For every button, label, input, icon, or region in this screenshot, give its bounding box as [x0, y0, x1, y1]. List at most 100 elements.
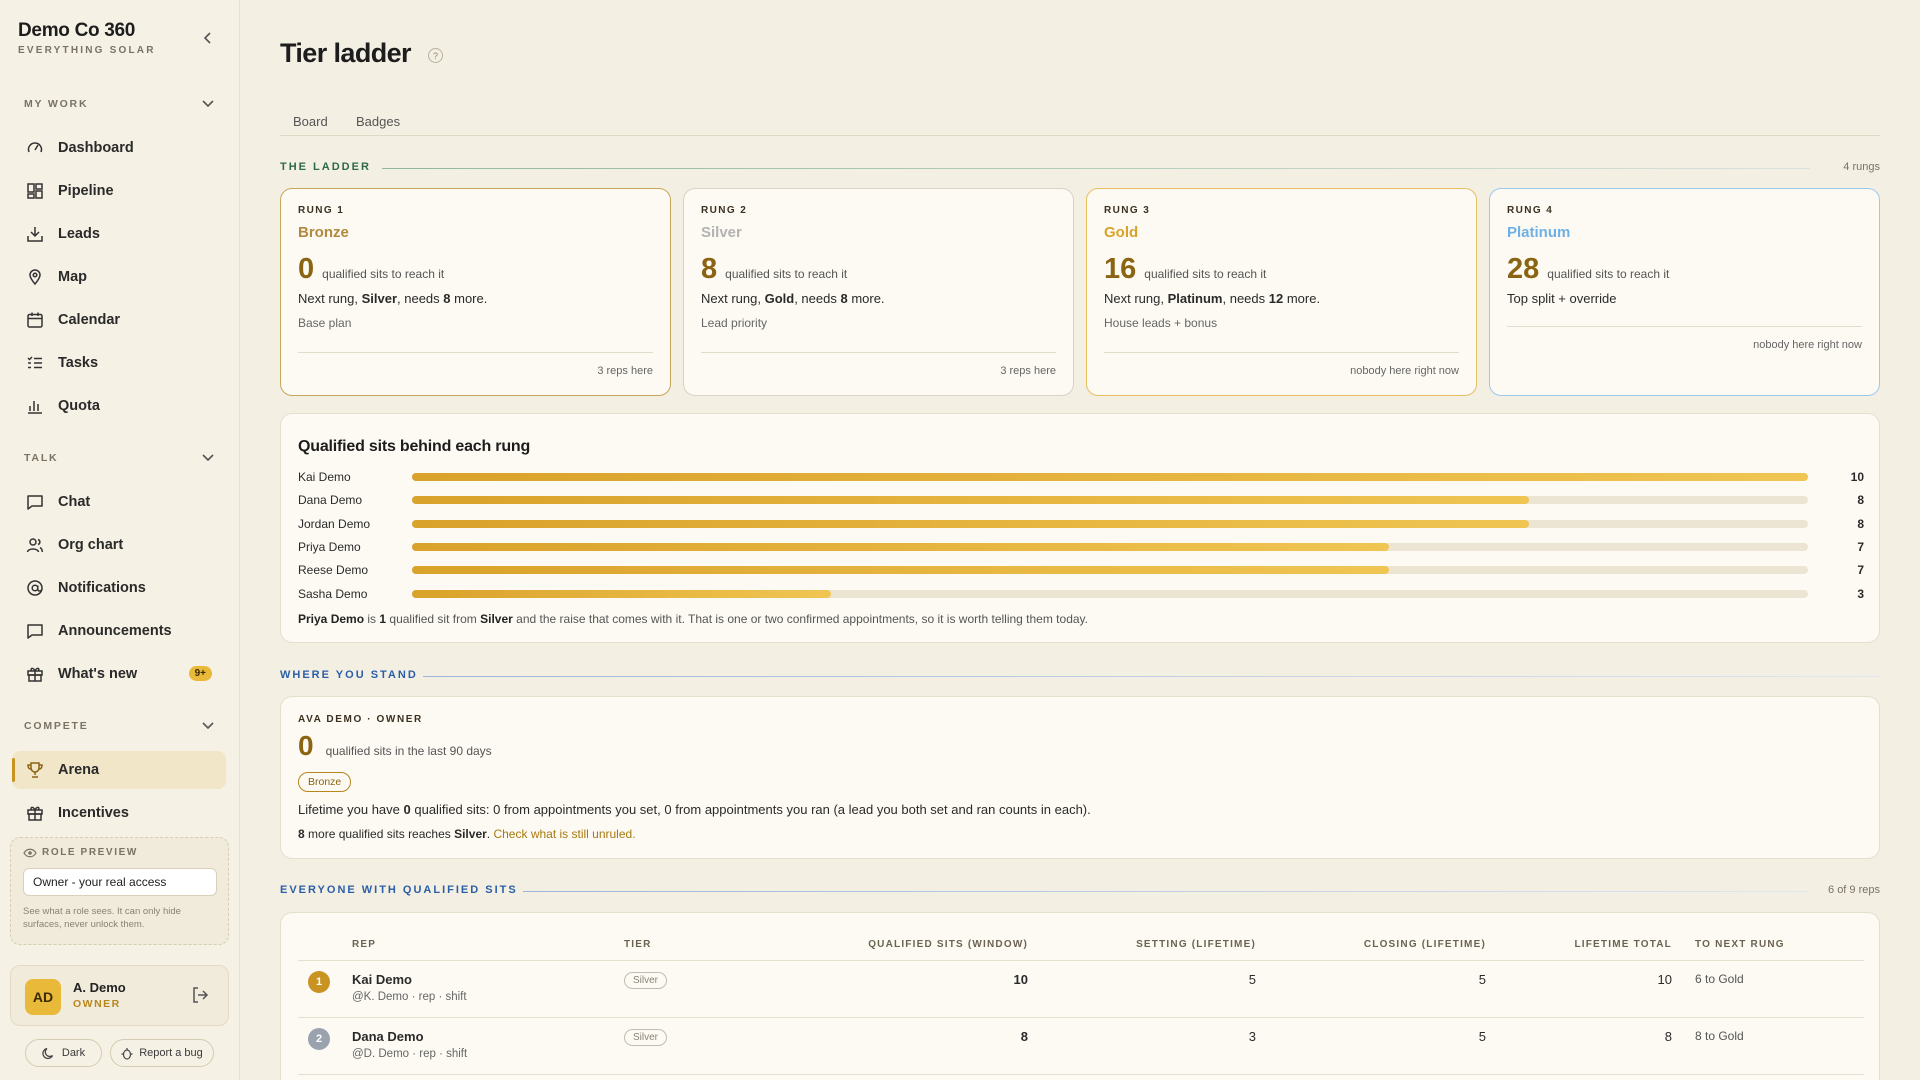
- rep-name[interactable]: Kai Demo: [352, 972, 412, 987]
- dark-mode-label: Dark: [61, 1047, 86, 1059]
- dark-mode-button[interactable]: Dark: [25, 1039, 102, 1067]
- rung-number: RUNG 2: [701, 205, 748, 216]
- calendar-icon: [25, 310, 45, 330]
- sidebar: Demo Co 360 EVERYTHING SOLAR MY WORK Das…: [0, 0, 240, 1080]
- avatar[interactable]: AD: [25, 979, 61, 1015]
- column-header-setting[interactable]: SETTING (LIFETIME): [1136, 939, 1256, 950]
- bar-value: 7: [1857, 539, 1864, 554]
- bar-row: Dana Demo 8: [298, 490, 1864, 510]
- brand-name: Demo Co 360: [18, 20, 136, 41]
- ladder-rung-count: 4 rungs: [1843, 161, 1880, 173]
- reps-table: REP TIER QUALIFIED SITS (WINDOW) SETTING…: [280, 912, 1880, 1080]
- sidebar-item-pipeline[interactable]: Pipeline: [12, 172, 226, 210]
- sidebar-item-label: Tasks: [58, 355, 99, 371]
- map-pin-icon: [25, 267, 45, 287]
- sidebar-item-chat[interactable]: Chat: [12, 483, 226, 521]
- rung-name: Silver: [701, 224, 742, 241]
- role-preview-title-row: ROLE PREVIEW: [23, 847, 216, 858]
- sidebar-item-label: Map: [58, 269, 87, 285]
- bar-row: Sasha Demo 3: [298, 584, 1864, 604]
- user-role: OWNER: [73, 998, 121, 1010]
- rep-handle: @D. Demo · rep · shift: [352, 1048, 468, 1060]
- column-header-rep[interactable]: REP: [352, 939, 376, 950]
- closing-lifetime: 5: [1478, 972, 1486, 987]
- sidebar-item-tasks[interactable]: Tasks: [12, 344, 226, 382]
- check-unruled-link[interactable]: Check what is still unruled.: [493, 827, 635, 841]
- rung-divider: [701, 352, 1056, 353]
- column-header-window[interactable]: QUALIFIED SITS (WINDOW): [868, 939, 1028, 950]
- rung-card-bronze: RUNG 1 Bronze 0 qualified sits to reach i…: [280, 188, 671, 396]
- sidebar-item-announcements[interactable]: Announcements: [12, 612, 226, 650]
- sidebar-item-dashboard[interactable]: Dashboard: [12, 129, 226, 167]
- bar-track: [412, 589, 1808, 598]
- rung-name: Platinum: [1507, 224, 1571, 241]
- role-preview-select[interactable]: Owner - your real access: [23, 868, 217, 896]
- sidebar-item-arena[interactable]: Arena: [12, 751, 226, 789]
- sidebar-item-quota[interactable]: Quota: [12, 387, 226, 425]
- gift-icon: [25, 803, 45, 823]
- rung-threshold: 28: [1507, 253, 1540, 285]
- report-bug-label: Report a bug: [139, 1047, 203, 1059]
- section-talk[interactable]: TALK: [24, 448, 214, 468]
- users-icon: [25, 535, 45, 555]
- leads-icon: [25, 224, 45, 244]
- rep-name[interactable]: Dana Demo: [352, 1029, 424, 1044]
- page-title: Tier ladder: [280, 38, 412, 68]
- bar-value: 8: [1857, 493, 1864, 508]
- bar-row: Reese Demo 7: [298, 560, 1864, 580]
- rung-rep-count: nobody here right now: [1350, 365, 1459, 377]
- stand-rep-heading: AVA DEMO · OWNER: [298, 714, 423, 725]
- bug-icon: [121, 1047, 133, 1060]
- bar-track: [412, 519, 1808, 528]
- logout-button[interactable]: [191, 986, 211, 1006]
- rung-number: RUNG 4: [1507, 205, 1554, 216]
- row-divider: [298, 1017, 1864, 1018]
- where-you-stand-card: AVA DEMO · OWNER 0 qualified sits in the …: [280, 696, 1880, 859]
- bar-row: Kai Demo 10: [298, 467, 1864, 487]
- collapse-sidebar-button[interactable]: [198, 28, 218, 48]
- column-header-closing[interactable]: CLOSING (LIFETIME): [1364, 939, 1486, 950]
- tab-board[interactable]: Board: [280, 106, 341, 136]
- sidebar-item-label: What's new: [58, 666, 138, 682]
- column-header-tier[interactable]: TIER: [624, 939, 652, 950]
- gift-icon: [25, 664, 45, 684]
- lifetime-total: 8: [1664, 1029, 1672, 1044]
- sidebar-item-incentives[interactable]: Incentives: [12, 794, 226, 832]
- tab-badges[interactable]: Badges: [343, 106, 413, 136]
- rung-card-gold: RUNG 3 Gold 16 qualified sits to reach it…: [1086, 188, 1477, 396]
- sidebar-item-calendar[interactable]: Calendar: [12, 301, 226, 339]
- stand-next-text: 8 more qualified sits reaches Silver. Ch…: [298, 827, 636, 841]
- sidebar-item-leads[interactable]: Leads: [12, 215, 226, 253]
- sidebar-item-whats-new[interactable]: What's new 9+: [12, 655, 226, 693]
- sidebar-item-label: Notifications: [58, 580, 146, 596]
- message-icon: [25, 621, 45, 641]
- setting-lifetime: 5: [1248, 972, 1256, 987]
- user-name: A. Demo: [73, 980, 126, 995]
- rung-rep-count: 3 reps here: [597, 365, 653, 377]
- help-icon[interactable]: ?: [428, 48, 443, 63]
- bar-value: 7: [1857, 563, 1864, 578]
- sidebar-item-label: Dashboard: [58, 140, 134, 156]
- sidebar-item-map[interactable]: Map: [12, 258, 226, 296]
- rung-threshold: 8: [701, 253, 718, 285]
- column-header-to-next-rung[interactable]: TO NEXT RUNG: [1695, 939, 1785, 950]
- whats-new-count-badge: 9+: [188, 666, 212, 681]
- header-divider: [298, 960, 1864, 961]
- to-next-rung: 6 to Gold: [1695, 972, 1744, 986]
- rung-divider: [1507, 326, 1862, 327]
- bar-rep-name: Kai Demo: [298, 470, 351, 484]
- sidebar-item-notifications[interactable]: Notifications: [12, 569, 226, 607]
- tabs: Board Badges: [280, 106, 1880, 136]
- bar-fill: [412, 589, 831, 598]
- section-compete[interactable]: COMPETE: [24, 716, 214, 736]
- sidebar-item-label: Org chart: [58, 537, 124, 553]
- report-bug-button[interactable]: Report a bug: [110, 1039, 214, 1067]
- bar-track: [412, 566, 1808, 575]
- rung-perk: Top split + override: [1507, 291, 1617, 306]
- column-header-lifetime-total[interactable]: LIFETIME TOTAL: [1574, 939, 1672, 950]
- section-my-work[interactable]: MY WORK: [24, 94, 214, 114]
- bar-value: 8: [1857, 516, 1864, 531]
- rung-rep-count: nobody here right now: [1753, 339, 1862, 351]
- sidebar-item-org-chart[interactable]: Org chart: [12, 526, 226, 564]
- rung-divider: [298, 352, 653, 353]
